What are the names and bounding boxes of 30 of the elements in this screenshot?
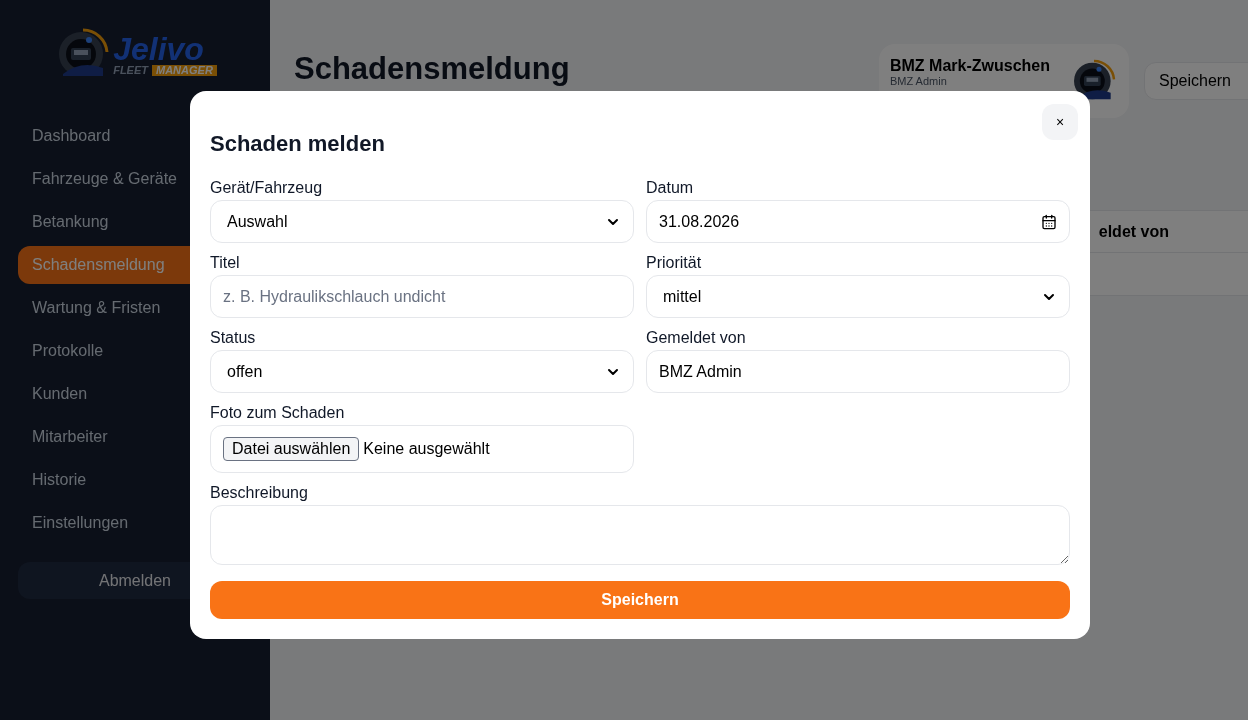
modal-title: Schaden melden bbox=[210, 131, 386, 157]
field-label: Gemeldet von bbox=[646, 328, 747, 348]
description-field[interactable] bbox=[210, 505, 1070, 565]
text-field[interactable]: z. B. Hydraulikschlauch undicht bbox=[210, 275, 634, 318]
select-field[interactable]: Auswahl bbox=[210, 200, 634, 243]
select-field[interactable]: mittel bbox=[646, 275, 1070, 318]
field-label: Foto zum Schaden bbox=[210, 403, 346, 423]
save-button[interactable]: Speichern bbox=[1143, 62, 1248, 100]
file-field[interactable]: Datei auswählen Keine ausgewählt bbox=[210, 425, 634, 473]
column-header: eldet von bbox=[1098, 221, 1169, 242]
file-status: Keine ausgewählt bbox=[363, 439, 490, 459]
close-button[interactable]: × bbox=[1042, 104, 1078, 140]
page-title: Schadensmeldung bbox=[294, 50, 570, 88]
logo-tagline: FLEET bbox=[113, 64, 148, 76]
calendar-icon bbox=[1041, 213, 1057, 230]
field-label: Datum bbox=[646, 178, 695, 198]
user-name: BMZ Mark-Zwuschen bbox=[889, 57, 1050, 75]
logo-tagline: MANAGER bbox=[152, 64, 217, 76]
field-label: Gerät/Fahrzeug bbox=[210, 178, 324, 198]
submit-button[interactable]: Speichern bbox=[210, 581, 1070, 619]
date-field[interactable]: 31.08.2026 bbox=[646, 200, 1070, 243]
field-label: Beschreibung bbox=[210, 483, 309, 503]
select-field[interactable]: offen bbox=[210, 350, 634, 393]
field-label: Status bbox=[210, 328, 257, 348]
logo-name: Jelivo bbox=[113, 32, 204, 65]
text-field[interactable]: BMZ Admin bbox=[646, 350, 1070, 393]
choose-file-button[interactable]: Datei auswählen bbox=[223, 437, 360, 461]
user-role: BMZ Admin bbox=[889, 75, 948, 88]
field-label: Titel bbox=[210, 253, 241, 273]
field-label: Priorität bbox=[646, 253, 703, 273]
